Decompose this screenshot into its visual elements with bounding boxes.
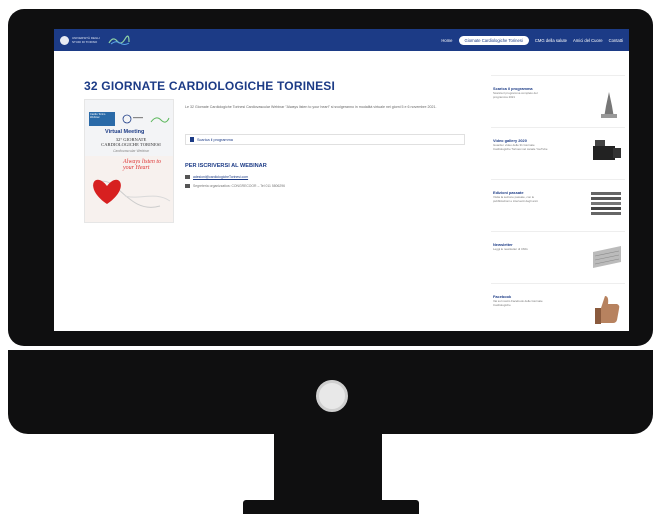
document-icon bbox=[190, 137, 194, 142]
power-button[interactable] bbox=[316, 380, 348, 412]
poster-virtual-label: Virtual Meeting bbox=[105, 129, 145, 135]
keyboard-icon bbox=[593, 246, 621, 268]
nav-cmg[interactable]: CMG della salute bbox=[535, 38, 567, 43]
signup-heading: PER ISCRIVERSI AL WEBINAR bbox=[185, 163, 267, 169]
monitor-scene: { "nav": { "brand": "UNIVERSITÀ DEGLI ST… bbox=[0, 0, 660, 517]
nav-home[interactable]: Home bbox=[441, 38, 452, 43]
nav-amici[interactable]: Amici del Cuore bbox=[573, 38, 603, 43]
nav-contatti[interactable]: Contatti bbox=[609, 38, 623, 43]
mole-antonelliana-icon bbox=[601, 84, 617, 118]
email-link[interactable]: adesioni@cardiologicheTorinesi.com bbox=[193, 175, 248, 179]
brand-text: UNIVERSITÀ DEGLI STUDI DI TORINO bbox=[72, 36, 100, 44]
sidebar-item-edizioni[interactable]: Edizioni passate Visita la sezione passa… bbox=[491, 179, 625, 227]
download-program-label: Scarica il programma bbox=[197, 137, 233, 142]
download-program-button[interactable]: Scarica il programma bbox=[185, 134, 465, 145]
monitor-stand-foot bbox=[243, 500, 419, 514]
sponsor-logos-icon bbox=[122, 114, 170, 124]
event-poster: Cardio Torino Webinar Virtual Meeting 32… bbox=[84, 99, 174, 223]
phone-text: Segreteria organizzativa: CONGRECOOR – T… bbox=[193, 184, 286, 188]
site-logo[interactable]: UNIVERSITÀ DEGLI STUDI DI TORINO bbox=[60, 34, 130, 46]
phone-row: Segreteria organizzativa: CONGRECOOR – T… bbox=[185, 184, 285, 188]
main-content: 32 GIORNATE CARDIOLOGICHE TORINESI Cardi… bbox=[84, 79, 465, 223]
page-title: 32 GIORNATE CARDIOLOGICHE TORINESI bbox=[84, 79, 336, 93]
website-screen: UNIVERSITÀ DEGLI STUDI DI TORINO Home Gi… bbox=[54, 29, 629, 331]
poster-title: 32° GIORNATE CARDIOLOGICHE TORINESI bbox=[101, 137, 161, 148]
nav-menu: Home Giornate Cardiologiche Torinesi CMG… bbox=[441, 35, 623, 45]
poster-script-text: Always listen to your Heart bbox=[123, 159, 161, 171]
thumbs-up-icon bbox=[595, 296, 620, 324]
university-seal-icon bbox=[60, 35, 69, 45]
paper-stack-icon bbox=[591, 192, 621, 215]
phone-icon bbox=[185, 184, 190, 188]
sidebar-item-video[interactable]: Video gallery 2020 Guarda i video delle … bbox=[491, 127, 625, 175]
sidebar-item-facebook[interactable]: Facebook Vai sul nostro Facebook delle G… bbox=[491, 283, 625, 331]
poster-tag: Cardio Torino Webinar bbox=[89, 112, 115, 126]
video-camera-icon bbox=[593, 140, 621, 160]
nav-giornate[interactable]: Giornate Cardiologiche Torinesi bbox=[458, 35, 529, 45]
cardio-wave-logo-icon bbox=[108, 35, 130, 45]
sidebar-item-newsletter[interactable]: Newsletter Leggi le newsletter di CMG bbox=[491, 231, 625, 279]
poster-subtitle: Cardiovascular Webinar bbox=[112, 149, 150, 153]
mail-icon bbox=[185, 175, 190, 179]
monitor-stand-neck bbox=[274, 434, 382, 504]
sidebar: Scarica il programma Scarica il programm… bbox=[491, 75, 625, 331]
intro-paragraph: Le 32 Giornate Cardiologiche Torinesi Ca… bbox=[185, 105, 437, 109]
email-row[interactable]: adesioni@cardiologicheTorinesi.com bbox=[185, 175, 248, 179]
sidebar-item-programma[interactable]: Scarica il programma Scarica il programm… bbox=[491, 75, 625, 123]
top-navbar: UNIVERSITÀ DEGLI STUDI DI TORINO Home Gi… bbox=[54, 29, 629, 51]
